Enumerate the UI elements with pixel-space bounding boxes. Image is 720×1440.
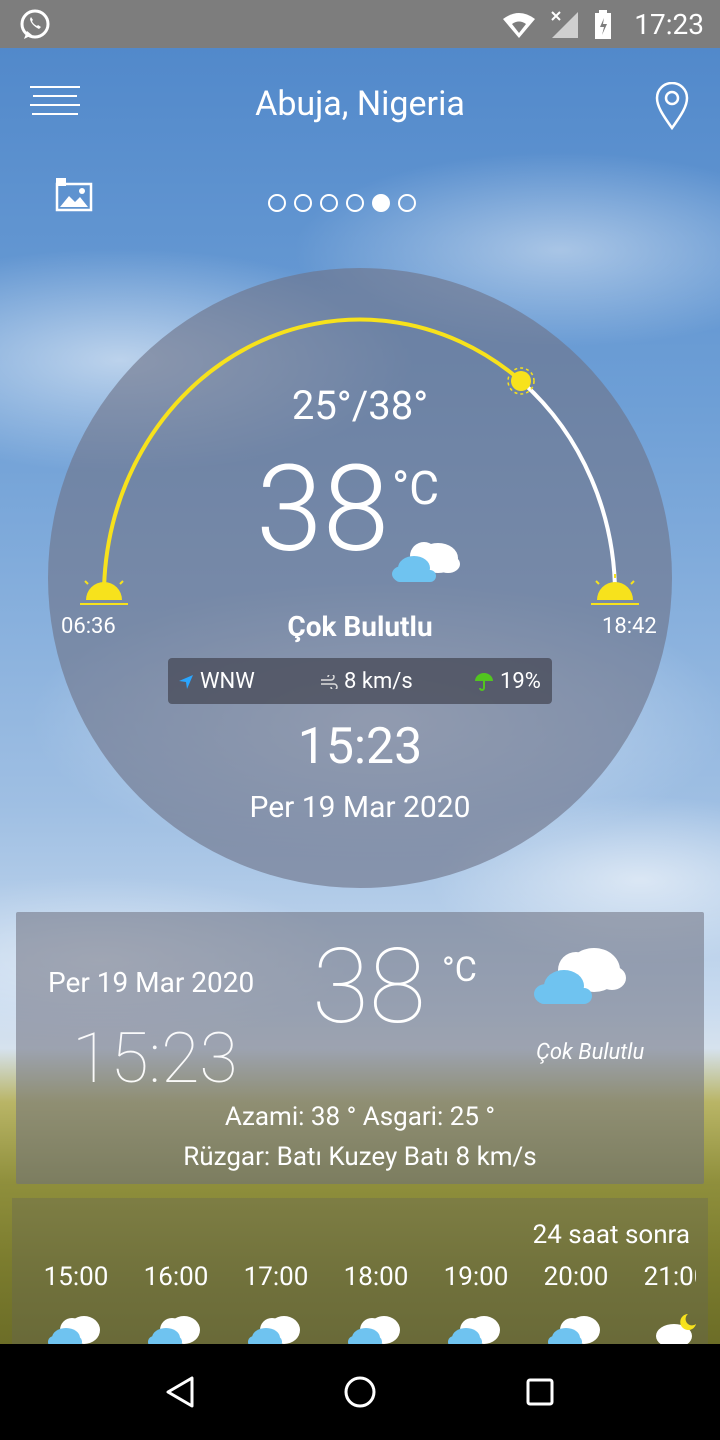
status-time: 17:23 (634, 8, 704, 41)
hour-item[interactable]: 17:00 (226, 1262, 326, 1344)
recents-icon[interactable] (520, 1372, 560, 1412)
wind-icon (321, 674, 338, 689)
hour-item[interactable]: 21:00 (626, 1262, 696, 1344)
hour-time: 15:00 (43, 1262, 109, 1292)
current-time: 15:23 (297, 718, 423, 776)
current-temp: 38 (256, 440, 390, 580)
hour-time: 18:00 (343, 1262, 409, 1292)
page-indicator (268, 194, 416, 212)
rain-chance-label: 19% (500, 669, 541, 694)
hour-time: 20:00 (543, 1262, 609, 1292)
hour-time: 21:00 (643, 1262, 696, 1292)
hour-time: 17:00 (243, 1262, 309, 1292)
hour-time: 16:00 (143, 1262, 209, 1292)
temp-unit: °C (392, 462, 440, 516)
whatsapp-icon (20, 9, 50, 39)
hour-item[interactable]: 20:00 (526, 1262, 626, 1344)
wind-direction-label: WNW (200, 669, 255, 694)
top-bar: Abuja, Nigeria (0, 48, 720, 168)
widget-condition: Çok Bulutlu (536, 1040, 645, 1065)
page-dot-active[interactable] (372, 194, 390, 212)
navigation-arrow-icon (179, 674, 193, 689)
wind-speed: 8 km/s (320, 669, 413, 694)
cloud-icon (48, 1316, 100, 1344)
city-title: Abuja, Nigeria (255, 84, 465, 124)
widget-cloud-icon (534, 948, 626, 1004)
hour-item[interactable]: 18:00 (326, 1262, 426, 1344)
wifi-icon (503, 13, 535, 38)
rain-chance: 19% (474, 669, 541, 694)
navigation-bar (0, 1344, 720, 1440)
hour-time: 19:00 (443, 1262, 509, 1292)
widget-time: 15:23 (72, 1018, 238, 1100)
umbrella-icon (475, 672, 493, 691)
cloud-icon (248, 1316, 300, 1344)
weather-info-bar: WNW 8 km/s 19% (168, 658, 552, 704)
widget-date: Per 19 Mar 2020 (48, 966, 255, 999)
page-dot[interactable] (320, 194, 338, 212)
hour-item[interactable]: 19:00 (426, 1262, 526, 1344)
hour-item[interactable]: 15:00 (28, 1262, 126, 1344)
widget-temp-unit: °C (442, 950, 477, 990)
widget-wind: Rüzgar: Batı Kuzey Batı 8 km/s (183, 1142, 537, 1172)
moon-icon (656, 1314, 696, 1344)
cloud-icon (148, 1316, 200, 1344)
home-icon[interactable] (340, 1372, 380, 1412)
wind-speed-label: 8 km/s (344, 669, 413, 694)
widget-temp: 38 (312, 927, 426, 1048)
sunset-time: 18:42 (602, 614, 657, 639)
page-dot[interactable] (398, 194, 416, 212)
hourly-title: 24 saat sonra (532, 1220, 690, 1250)
page-dot[interactable] (346, 194, 364, 212)
hour-item[interactable]: 16:00 (126, 1262, 226, 1344)
image-lock-icon[interactable] (55, 178, 93, 212)
widget-min-max: Azami: 38 ° Asgari: 25 ° (224, 1102, 496, 1132)
wind-direction: WNW (178, 669, 255, 694)
location-pin-icon[interactable] (654, 82, 690, 130)
battery-icon (595, 10, 611, 39)
min-max-temp: 25°/38° (291, 382, 429, 429)
hourly-list[interactable]: 15:00 16:00 17:00 18:00 19:00 20:00 21:0… (28, 1262, 696, 1344)
sunrise-time: 06:36 (61, 614, 116, 639)
signal-icon (551, 11, 578, 38)
cloud-icon (448, 1316, 500, 1344)
cloud-icon (548, 1316, 600, 1344)
page-dot[interactable] (268, 194, 286, 212)
status-bar: 17:23 (0, 0, 720, 48)
cloud-icon (348, 1316, 400, 1344)
back-icon[interactable] (162, 1372, 202, 1412)
page-dot[interactable] (294, 194, 312, 212)
cloud-icon (392, 542, 460, 582)
current-date: Per 19 Mar 2020 (249, 790, 471, 825)
